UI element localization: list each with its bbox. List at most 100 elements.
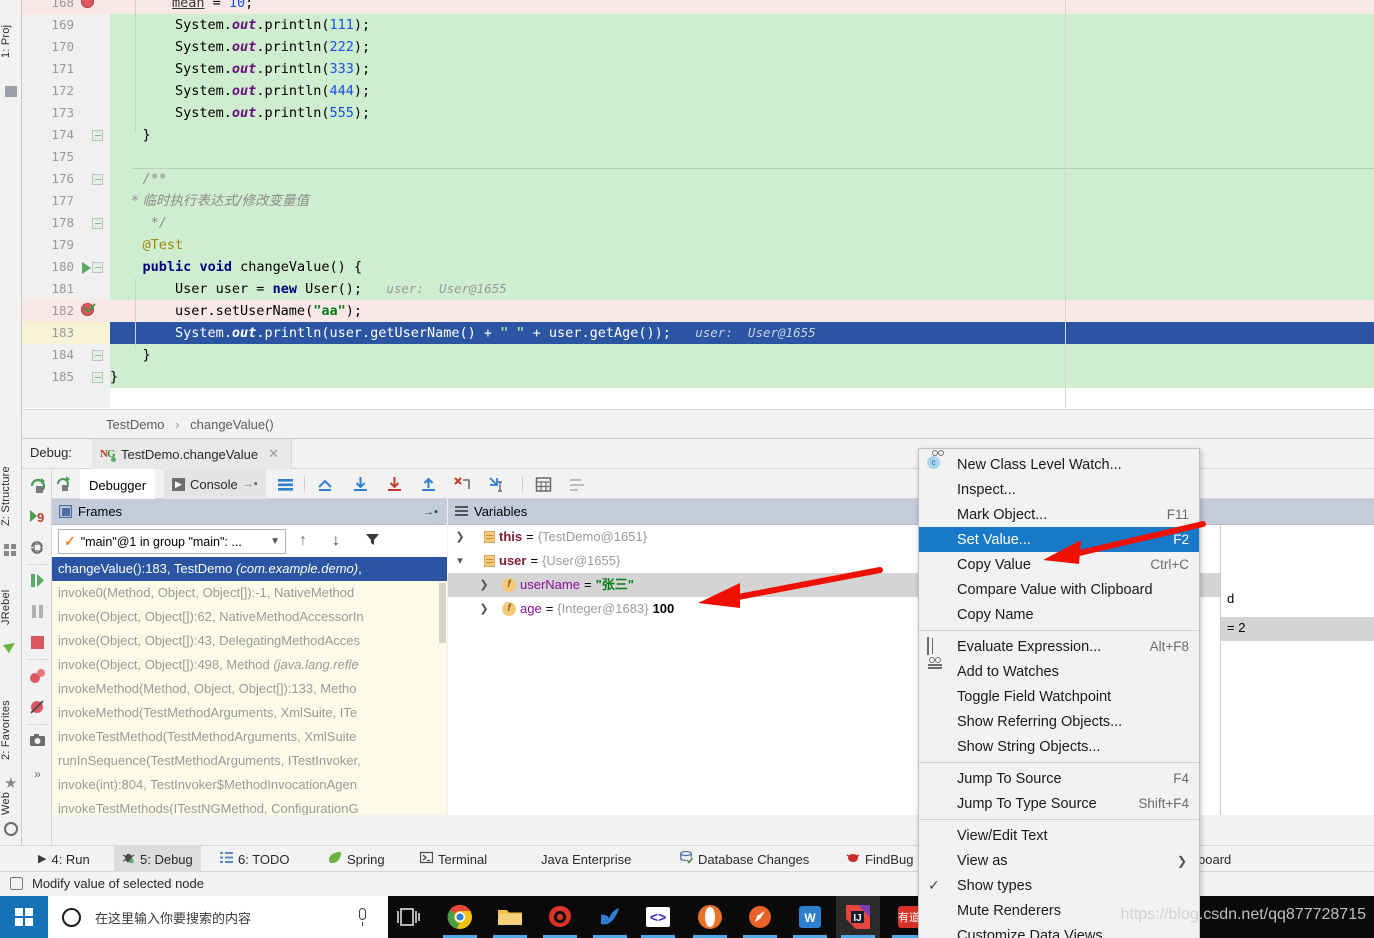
task-view-icon[interactable] <box>396 904 422 930</box>
bottom-tab-findbugs[interactable]: FindBug <box>838 846 921 873</box>
frame-row-0[interactable]: changeValue():183, TestDemo (com.example… <box>52 557 447 581</box>
menu-item-evaluate-expression[interactable]: Evaluate Expression... Alt+F8 <box>919 634 1199 659</box>
restore-layout-icon[interactable] <box>29 539 46 556</box>
bottom-tab-spring[interactable]: Spring <box>320 846 393 873</box>
fold-marker-176[interactable] <box>92 174 103 185</box>
menu-item-set-value[interactable]: Set Value... F2 <box>919 527 1199 552</box>
menu-item-show-string-objects[interactable]: Show String Objects... <box>919 734 1199 759</box>
frame-row-6[interactable]: invokeMethod(TestMethodArguments, XmlSui… <box>52 701 447 725</box>
chevron-right-icon[interactable]: ❯ <box>454 525 466 549</box>
frame-row-7[interactable]: invokeTestMethod(TestMethodArguments, Xm… <box>52 725 447 749</box>
step-into-icon[interactable] <box>386 476 403 493</box>
breadcrumb[interactable]: TestDemo › changeValue() <box>22 409 1374 439</box>
menu-item-copy-name[interactable]: Copy Name <box>919 602 1199 627</box>
bottom-tab-java-enterprise[interactable]: Java Enterprise <box>533 846 639 873</box>
breadcrumb-method[interactable]: changeValue() <box>190 417 274 432</box>
menu-item-show-types[interactable]: ✓ Show types <box>919 873 1199 898</box>
menu-item-new-class-level-watch[interactable]: c New Class Level Watch... <box>919 449 1199 477</box>
bottom-tab-terminal[interactable]: Terminal <box>412 846 495 873</box>
intellij-idea-icon[interactable]: IJ <box>841 904 875 938</box>
taskbar-search-box[interactable]: 在这里输入你要搜索的内容 <box>48 896 388 938</box>
opera-icon[interactable] <box>693 904 727 938</box>
menu-item-add-to-watches[interactable]: Add to Watches <box>919 656 1199 684</box>
frame-row-5[interactable]: invokeMethod(Method, Object, Object[]):1… <box>52 677 447 701</box>
frames-list[interactable]: changeValue():183, TestDemo (com.example… <box>52 557 447 815</box>
menu-item-view-as[interactable]: View as ❯ <box>919 848 1199 873</box>
run-to-cursor-icon[interactable] <box>488 476 505 493</box>
menu-item-jump-to-type-source[interactable]: Jump To Type Source Shift+F4 <box>919 791 1199 816</box>
menu-item-copy-value[interactable]: Copy Value Ctrl+C <box>919 552 1199 577</box>
variable-row-this[interactable]: ❯ this = {TestDemo@1651} <box>448 525 1344 549</box>
breadcrumb-class[interactable]: TestDemo <box>106 417 165 432</box>
stop-program-icon[interactable] <box>29 634 46 651</box>
frame-row-3[interactable]: invoke(Object, Object[]):43, DelegatingM… <box>52 629 447 653</box>
variable-row-user[interactable]: ▾ user = {User@1655} <box>448 549 1344 573</box>
file-explorer-icon[interactable] <box>493 904 527 938</box>
microphone-icon[interactable] <box>359 908 366 926</box>
sort-values-icon[interactable] <box>569 476 586 493</box>
fold-marker-178[interactable] <box>92 218 103 229</box>
debugger-restore-icon[interactable] <box>54 475 72 493</box>
tab-console[interactable]: ▶ Console →▪ <box>164 469 266 499</box>
frame-row-10[interactable]: invokeTestMethods(ITestNGMethod, Configu… <box>52 797 447 815</box>
bottom-tab-todo[interactable]: 6: TODO <box>212 846 298 873</box>
frame-row-9[interactable]: invoke(int):804, TestInvoker$MethodInvoc… <box>52 773 447 797</box>
menu-item-inspect[interactable]: Inspect... <box>919 477 1199 502</box>
frames-scrollbar-thumb[interactable] <box>439 583 446 643</box>
chevron-down-icon[interactable]: ▼ <box>270 536 280 547</box>
variable-row-age[interactable]: ❯ f age = {Integer@1683} 100 <box>448 597 1344 621</box>
vscode-icon[interactable]: <> <box>641 904 675 938</box>
dolphin-icon[interactable] <box>593 904 627 938</box>
frame-down-icon[interactable]: ↓ <box>332 532 340 550</box>
resume-program-icon[interactable] <box>29 572 46 589</box>
frame-up-icon[interactable]: ↑ <box>299 532 307 550</box>
camera-icon[interactable] <box>29 732 46 749</box>
sidebar-tab-project[interactable]: 1: Proj <box>0 4 22 78</box>
navicat-icon[interactable] <box>543 904 577 938</box>
menu-item-customize-data-views[interactable]: Customize Data Views... <box>919 923 1199 938</box>
tab-debugger[interactable]: Debugger <box>80 469 156 499</box>
pause-program-icon[interactable] <box>29 603 46 620</box>
breakpoint-marker-182[interactable] <box>81 303 94 316</box>
thread-selector[interactable]: ✓ "main"@1 in group "main": ... ▼ <box>58 529 286 554</box>
bottom-tab-database-changes[interactable]: Database Changes <box>672 846 817 873</box>
fold-marker-185[interactable] <box>92 372 103 383</box>
menu-item-compare-value-with-clipboard[interactable]: Compare Value with Clipboard <box>919 577 1199 602</box>
sidebar-tab-favorites[interactable]: 2: Favorites <box>0 688 22 772</box>
fold-marker-174[interactable] <box>92 130 103 141</box>
chevron-right-icon[interactable]: ❯ <box>478 597 490 621</box>
chevron-down-icon[interactable]: ▾ <box>454 549 466 573</box>
rerun-icon[interactable] <box>29 477 46 494</box>
menu-item-view-edit-text[interactable]: View/Edit Text <box>919 823 1199 848</box>
variables-context-menu[interactable]: c New Class Level Watch... Inspect... Ma… <box>918 448 1200 938</box>
frame-row-4[interactable]: invoke(Object, Object[]):498, Method (ja… <box>52 653 447 677</box>
more-actions-icon[interactable]: » <box>29 767 46 784</box>
step-out-icon[interactable] <box>420 476 437 493</box>
sidebar-tab-structure[interactable]: Z: Structure <box>0 452 22 540</box>
frame-row-1[interactable]: invoke0(Method, Object, Object[]):-1, Na… <box>52 581 447 605</box>
code-editor[interactable]: 168 169 170 171 172 173 174 175 176 177 … <box>22 0 1374 408</box>
menu-item-show-referring-objects[interactable]: Show Referring Objects... <box>919 709 1199 734</box>
start-button[interactable] <box>0 896 48 938</box>
filter-frames-icon[interactable] <box>365 532 380 552</box>
variable-row-username[interactable]: ❯ f userName = "张三" <box>448 573 1344 597</box>
fold-marker-184[interactable] <box>92 350 103 361</box>
variables-tree[interactable]: ❯ this = {TestDemo@1651} ▾ user = {User@… <box>448 525 1344 815</box>
menu-item-mark-object[interactable]: Mark Object... F11 <box>919 502 1199 527</box>
step-over-icon[interactable] <box>352 476 369 493</box>
chevron-right-icon[interactable]: ❯ <box>478 573 490 597</box>
view-breakpoints-icon[interactable] <box>29 668 46 685</box>
menu-item-toggle-field-watchpoint[interactable]: Toggle Field Watchpoint <box>919 684 1199 709</box>
debug-session-tab[interactable]: NG TestDemo.changeValue ✕ <box>92 439 292 469</box>
wps-icon[interactable]: W <box>793 904 827 938</box>
mute-breakpoints-icon[interactable] <box>29 699 46 716</box>
pin-icon[interactable]: →▪ <box>243 470 258 499</box>
fold-marker-180[interactable] <box>92 262 103 273</box>
frame-row-2[interactable]: invoke(Object, Object[]):62, NativeMetho… <box>52 605 447 629</box>
evaluate-expression-icon[interactable] <box>535 476 552 493</box>
bottom-tab-run[interactable]: ▶ 4: Run <box>30 846 98 873</box>
show-execution-point-icon[interactable] <box>317 476 334 493</box>
sidebar-tab-jrebel[interactable]: JRebel <box>0 578 22 636</box>
run-method-gutter-icon[interactable] <box>82 262 91 274</box>
chrome-icon[interactable] <box>443 904 477 938</box>
